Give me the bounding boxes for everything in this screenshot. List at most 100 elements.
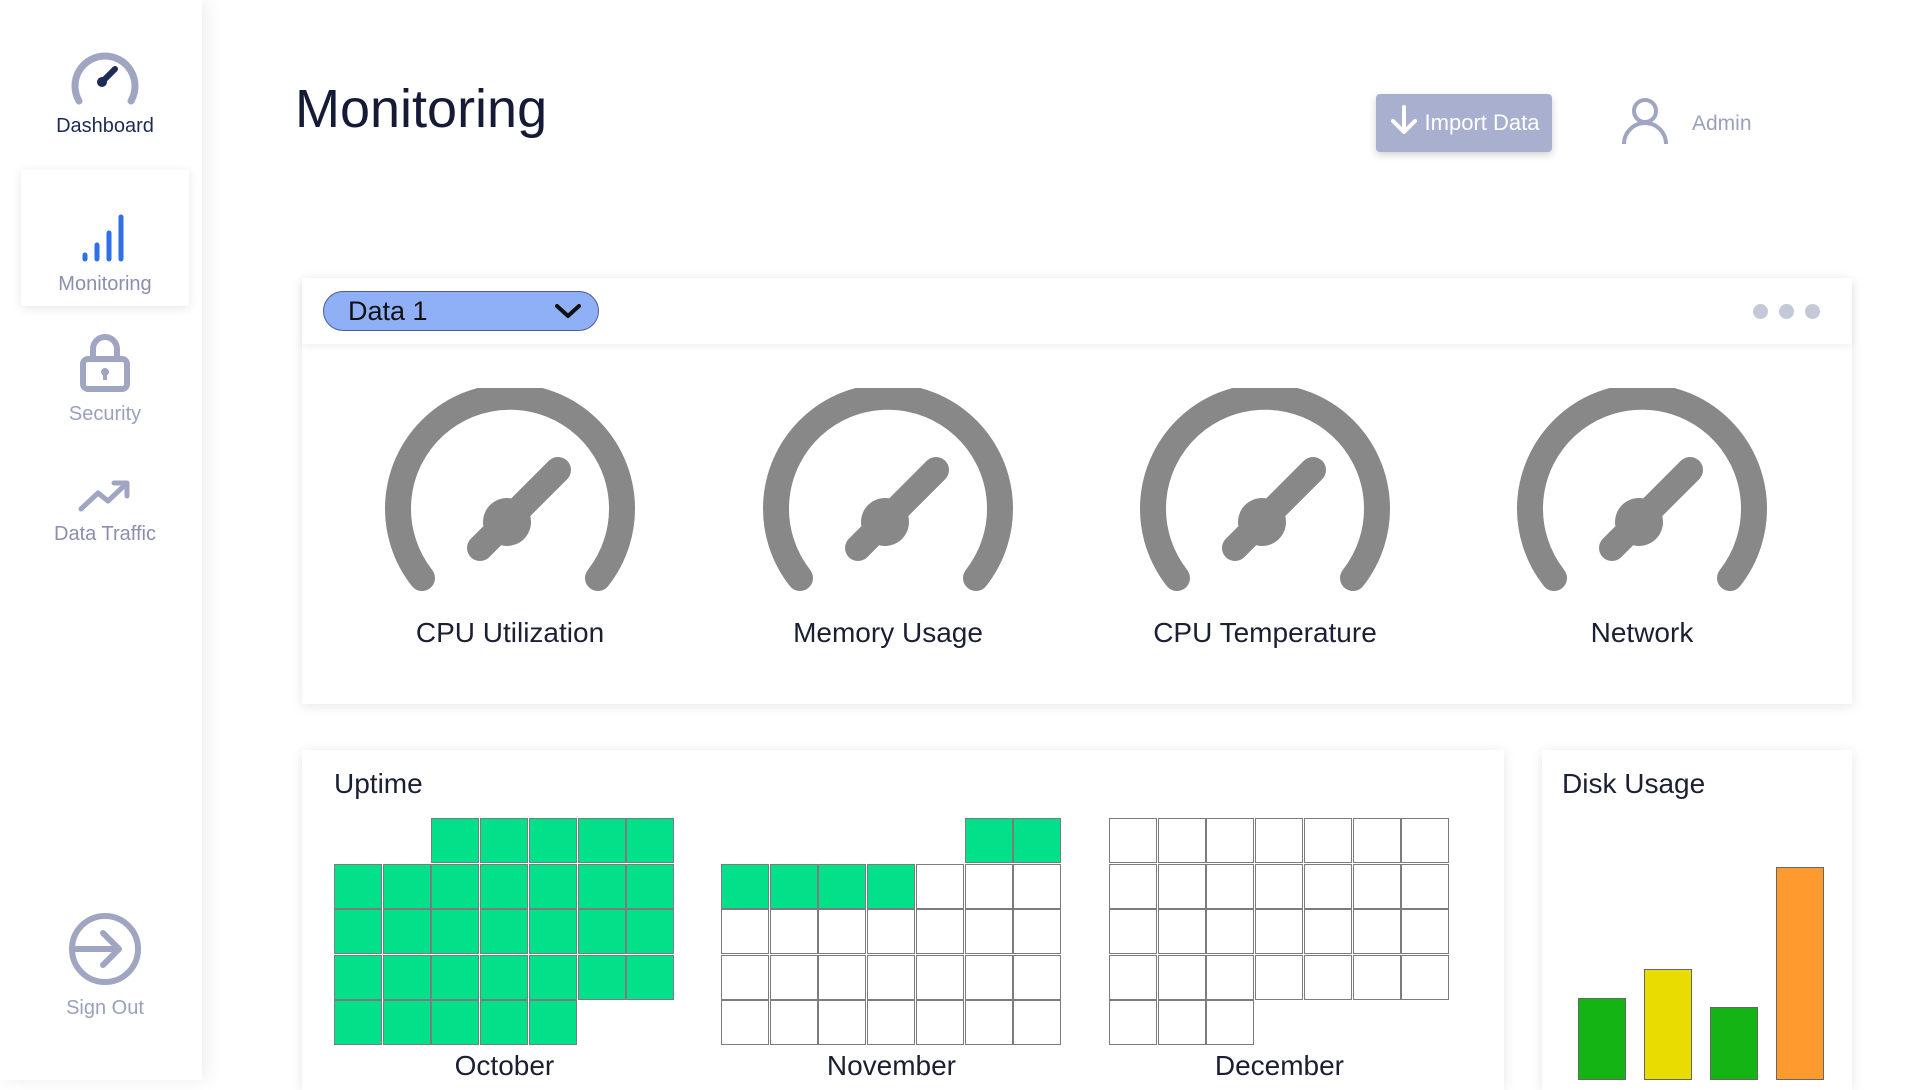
calendar-day-cell[interactable] xyxy=(480,954,529,1000)
sidebar-item-security[interactable]: Security xyxy=(21,300,189,436)
calendar-day-cell[interactable] xyxy=(721,863,769,909)
calendar-day-cell[interactable] xyxy=(1401,818,1450,863)
calendar-day-cell[interactable] xyxy=(1109,1000,1157,1045)
calendar-day-cell[interactable] xyxy=(964,954,1013,1000)
calendar-day-cell[interactable] xyxy=(1255,818,1304,863)
calendar-day-cell[interactable] xyxy=(431,909,480,954)
calendar-day-cell[interactable] xyxy=(1352,863,1401,909)
calendar-day-cell[interactable] xyxy=(818,909,867,954)
user-menu[interactable]: Admin xyxy=(1620,96,1752,151)
calendar-day-cell[interactable] xyxy=(528,818,577,863)
calendar-day-cell[interactable] xyxy=(867,863,916,909)
calendar-day-cell[interactable] xyxy=(1109,909,1157,954)
calendar-day-cell[interactable] xyxy=(1013,818,1062,863)
calendar-day-cell[interactable] xyxy=(1255,909,1304,954)
calendar-day-cell[interactable] xyxy=(1157,818,1206,863)
calendar-day-cell[interactable] xyxy=(528,909,577,954)
calendar-day-cell[interactable] xyxy=(1206,909,1255,954)
calendar-day-cell[interactable] xyxy=(867,954,916,1000)
calendar-day-cell[interactable] xyxy=(1157,909,1206,954)
calendar-day-cell[interactable] xyxy=(1352,954,1401,1000)
calendar-day-cell[interactable] xyxy=(867,909,916,954)
calendar-day-cell[interactable] xyxy=(1303,954,1352,1000)
calendar-day-cell[interactable] xyxy=(577,909,626,954)
calendar-day-cell[interactable] xyxy=(626,954,675,1000)
calendar-day-cell[interactable] xyxy=(915,909,964,954)
calendar-day-cell[interactable] xyxy=(480,909,529,954)
calendar-day-cell[interactable] xyxy=(334,909,382,954)
calendar-day-cell[interactable] xyxy=(528,954,577,1000)
sidebar-item-monitoring[interactable]: Monitoring xyxy=(21,170,189,306)
calendar-day-cell[interactable] xyxy=(431,818,480,863)
calendar-day-cell[interactable] xyxy=(1352,818,1401,863)
calendar-day-cell[interactable] xyxy=(915,863,964,909)
calendar-day-cell[interactable] xyxy=(1303,909,1352,954)
calendar-day-cell[interactable] xyxy=(1401,954,1450,1000)
calendar-day-cell[interactable] xyxy=(382,863,431,909)
calendar-day-cell[interactable] xyxy=(577,954,626,1000)
calendar-day-cell[interactable] xyxy=(964,909,1013,954)
calendar-day-cell[interactable] xyxy=(626,909,675,954)
calendar-day-cell[interactable] xyxy=(1303,818,1352,863)
calendar-day-cell[interactable] xyxy=(1206,818,1255,863)
calendar-day-cell[interactable] xyxy=(382,954,431,1000)
calendar-day-cell[interactable] xyxy=(480,818,529,863)
calendar-day-cell[interactable] xyxy=(1013,863,1062,909)
calendar-day-cell[interactable] xyxy=(1206,1000,1255,1045)
more-options-button[interactable] xyxy=(1753,304,1820,319)
calendar-day-cell[interactable] xyxy=(1157,954,1206,1000)
calendar-day-cell[interactable] xyxy=(334,954,382,1000)
calendar-day-cell[interactable] xyxy=(1352,909,1401,954)
sidebar-item-dashboard[interactable]: Dashboard xyxy=(21,12,189,148)
calendar-day-cell[interactable] xyxy=(480,863,529,909)
calendar-day-cell[interactable] xyxy=(1255,863,1304,909)
calendar-day-cell[interactable] xyxy=(769,909,818,954)
calendar-day-cell[interactable] xyxy=(626,818,675,863)
calendar-day-cell[interactable] xyxy=(818,1000,867,1045)
calendar-day-cell[interactable] xyxy=(1013,954,1062,1000)
calendar-day-cell[interactable] xyxy=(1013,909,1062,954)
calendar-day-cell[interactable] xyxy=(721,1000,769,1045)
calendar-day-cell[interactable] xyxy=(431,954,480,1000)
calendar-day-cell[interactable] xyxy=(964,1000,1013,1045)
sidebar-item-data-traffic[interactable]: Data Traffic xyxy=(21,420,189,556)
calendar-day-cell[interactable] xyxy=(382,909,431,954)
calendar-day-cell[interactable] xyxy=(721,954,769,1000)
calendar-day-cell[interactable] xyxy=(769,863,818,909)
calendar-day-cell[interactable] xyxy=(480,1000,529,1045)
calendar-day-cell[interactable] xyxy=(769,1000,818,1045)
calendar-day-cell[interactable] xyxy=(1206,954,1255,1000)
calendar-day-cell[interactable] xyxy=(382,1000,431,1045)
calendar-day-cell[interactable] xyxy=(431,1000,480,1045)
calendar-day-cell[interactable] xyxy=(1401,863,1450,909)
calendar-day-cell[interactable] xyxy=(867,1000,916,1045)
calendar-day-cell[interactable] xyxy=(964,863,1013,909)
calendar-day-cell[interactable] xyxy=(1157,1000,1206,1045)
import-data-button[interactable]: Import Data xyxy=(1376,94,1552,152)
calendar-day-cell[interactable] xyxy=(528,1000,577,1045)
calendar-day-cell[interactable] xyxy=(1109,818,1157,863)
calendar-day-cell[interactable] xyxy=(818,954,867,1000)
calendar-day-cell[interactable] xyxy=(1109,954,1157,1000)
calendar-day-cell[interactable] xyxy=(1013,1000,1062,1045)
calendar-day-cell[interactable] xyxy=(1109,863,1157,909)
dataset-select[interactable]: Data 1 xyxy=(323,291,599,331)
calendar-day-cell[interactable] xyxy=(964,818,1013,863)
calendar-day-cell[interactable] xyxy=(721,909,769,954)
calendar-day-cell[interactable] xyxy=(1303,863,1352,909)
calendar-day-cell[interactable] xyxy=(431,863,480,909)
calendar-day-cell[interactable] xyxy=(528,863,577,909)
calendar-day-cell[interactable] xyxy=(915,954,964,1000)
calendar-day-cell[interactable] xyxy=(577,863,626,909)
calendar-day-cell[interactable] xyxy=(334,863,382,909)
calendar-day-cell[interactable] xyxy=(626,863,675,909)
sign-out-button[interactable]: Sign Out xyxy=(21,900,189,1030)
calendar-day-cell[interactable] xyxy=(1401,909,1450,954)
calendar-day-cell[interactable] xyxy=(334,1000,382,1045)
calendar-day-cell[interactable] xyxy=(577,818,626,863)
calendar-day-cell[interactable] xyxy=(1206,863,1255,909)
calendar-day-cell[interactable] xyxy=(1255,954,1304,1000)
calendar-day-cell[interactable] xyxy=(1157,863,1206,909)
calendar-day-cell[interactable] xyxy=(915,1000,964,1045)
calendar-day-cell[interactable] xyxy=(818,863,867,909)
